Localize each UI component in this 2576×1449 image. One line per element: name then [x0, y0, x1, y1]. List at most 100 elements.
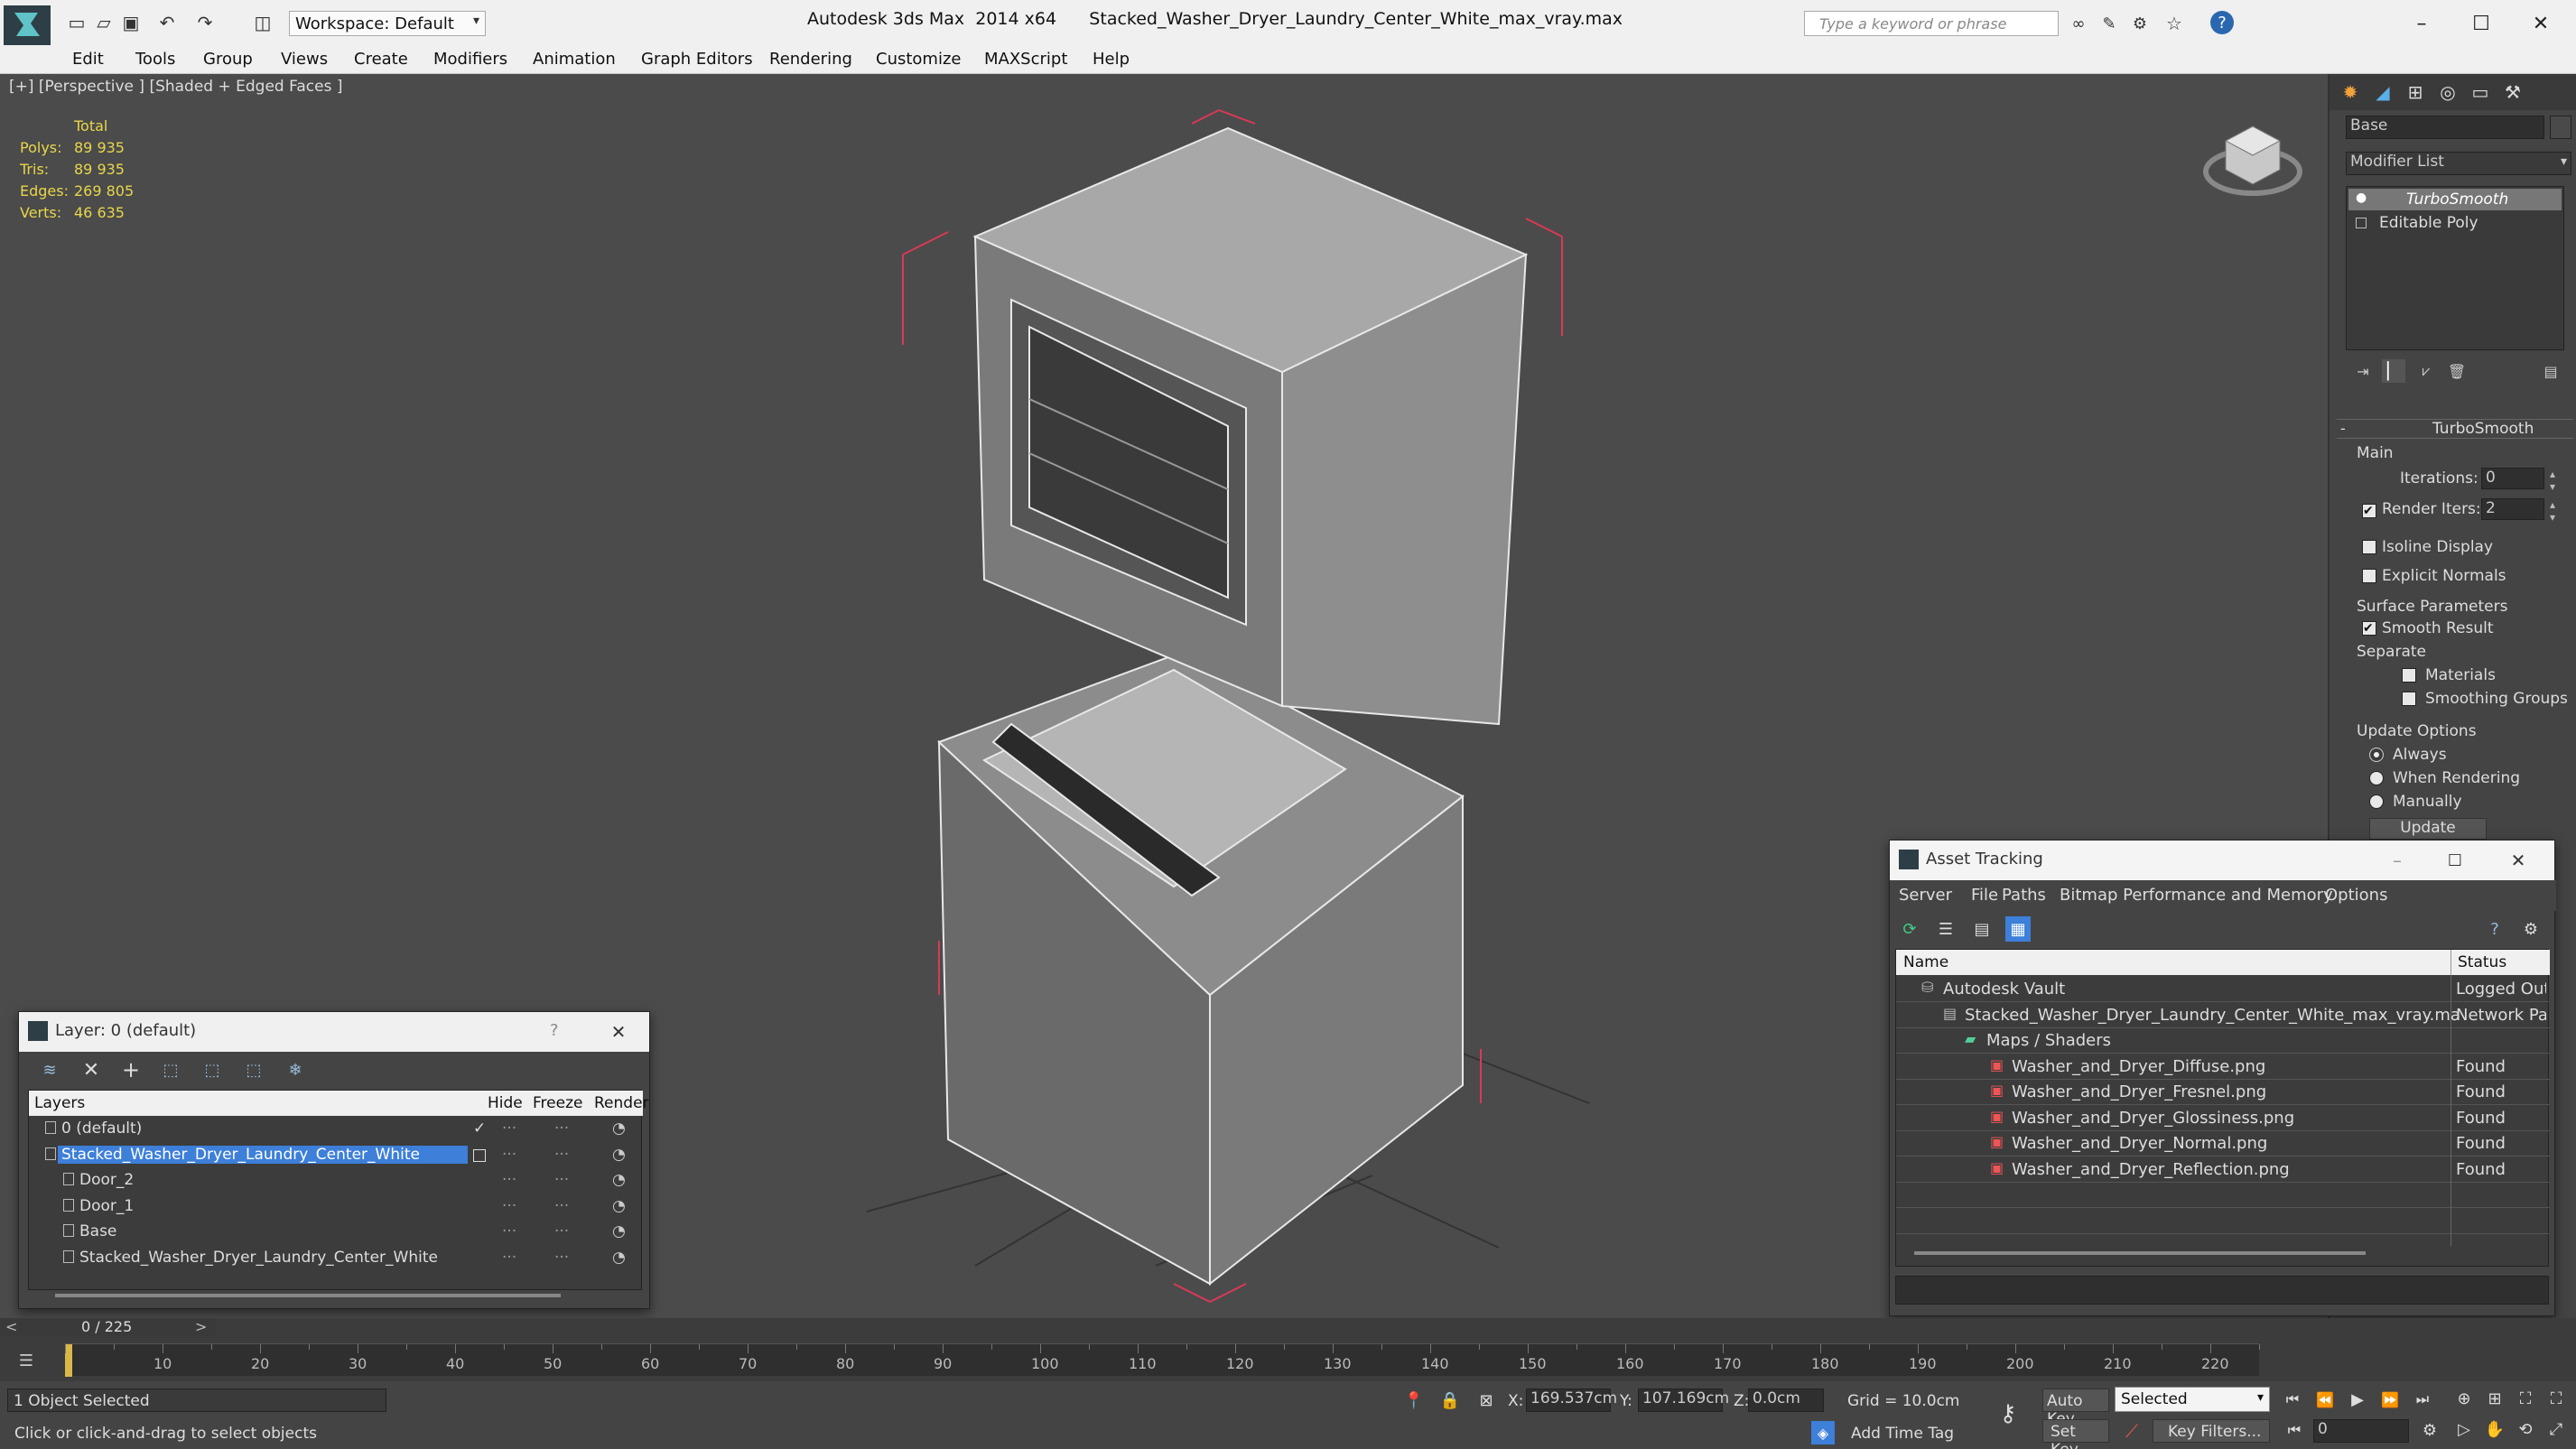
- favorites-icon[interactable]: ☆: [2163, 13, 2185, 34]
- manually-radio[interactable]: [2369, 794, 2384, 809]
- asset-row[interactable]: ▣ Washer_and_Dryer_Reflection.png Found: [1896, 1157, 2550, 1183]
- asset-row[interactable]: ⛁ Autodesk Vault Logged Out ...: [1896, 977, 2550, 1002]
- remove-modifier-icon[interactable]: 🗑: [2445, 359, 2469, 383]
- hide-toggle-icon[interactable]: ···: [502, 1249, 516, 1267]
- maximize-viewport-icon[interactable]: ⤢: [2543, 1416, 2570, 1443]
- pin-stack-icon[interactable]: ⇥: [2351, 359, 2375, 383]
- help-icon[interactable]: ?: [2210, 11, 2234, 34]
- layer-row[interactable]: Stacked_Washer_Dryer_Laundry_Center_Whit…: [29, 1247, 643, 1272]
- col-name[interactable]: Name: [1903, 953, 1948, 971]
- asset-tracking-window[interactable]: Asset Tracking – ☐ ✕ Server File Paths B…: [1889, 840, 2556, 1316]
- set-current-box[interactable]: [473, 1148, 486, 1162]
- freeze-toggle-icon[interactable]: ···: [554, 1119, 569, 1138]
- layer-row[interactable]: Stacked_Washer_Dryer_Laundry_Center_Whit…: [29, 1144, 643, 1169]
- zoom-extents-all-icon[interactable]: ⛶: [2543, 1385, 2570, 1412]
- settings-icon[interactable]: ⚙: [2518, 916, 2543, 942]
- stack-item-turbosmooth[interactable]: ● TurboSmooth: [2348, 189, 2562, 210]
- x-coordinate-field[interactable]: 169.537cm: [1526, 1389, 1617, 1412]
- layer-name[interactable]: 0 (default): [58, 1119, 145, 1138]
- menu-views[interactable]: Views: [281, 50, 328, 69]
- select-layer-icon[interactable]: ⬚: [200, 1057, 225, 1082]
- select-objects-icon[interactable]: ⬚: [158, 1057, 183, 1082]
- maximize-icon[interactable]: ☐: [2465, 7, 2497, 40]
- lightbulb-icon[interactable]: ●: [2356, 190, 2367, 205]
- menu-maxscript[interactable]: MAXScript: [984, 50, 1067, 69]
- render-toggle-icon[interactable]: ◔: [612, 1197, 626, 1215]
- when-rendering-radio[interactable]: [2369, 771, 2384, 785]
- time-slider[interactable]: < 0 / 225 >: [0, 1318, 217, 1336]
- minimize-icon[interactable]: –: [2405, 7, 2438, 40]
- undo-icon[interactable]: ↶: [155, 11, 179, 34]
- list-view-icon[interactable]: ☰: [1933, 916, 1958, 942]
- time-slider-prev[interactable]: <: [5, 1318, 17, 1335]
- field-of-view-icon[interactable]: ▷: [2450, 1416, 2478, 1443]
- menu-edit[interactable]: Edit: [72, 50, 104, 69]
- highlight-layer-icon[interactable]: ⬚: [241, 1057, 266, 1082]
- hide-toggle-icon[interactable]: ···: [502, 1119, 516, 1138]
- layer-hscrollbar[interactable]: [55, 1294, 561, 1297]
- layer-window-titlebar[interactable]: Layer: 0 (default) ? ✕: [19, 1012, 649, 1052]
- help-icon[interactable]: ?: [2482, 916, 2507, 942]
- asset-path-field[interactable]: [1895, 1276, 2549, 1305]
- layer-name[interactable]: Door_2: [76, 1171, 137, 1189]
- smoothing-groups-checkbox[interactable]: [2402, 692, 2416, 706]
- delete-layer-icon[interactable]: ✕: [79, 1057, 104, 1082]
- set-key-button[interactable]: Set Key: [2042, 1419, 2109, 1449]
- time-tag-icon[interactable]: ◈: [1811, 1421, 1835, 1444]
- redo-icon[interactable]: ↷: [193, 11, 217, 34]
- y-coordinate-field[interactable]: 107.169cm: [1638, 1389, 1729, 1412]
- menu-rendering[interactable]: Rendering: [769, 50, 852, 69]
- stack-item-editable-poly[interactable]: Editable Poly: [2348, 212, 2562, 234]
- asset-menu-paths[interactable]: Paths: [2002, 886, 2046, 905]
- menu-help[interactable]: Help: [1093, 50, 1130, 69]
- close-icon[interactable]: ✕: [2506, 848, 2531, 873]
- asset-hscrollbar[interactable]: [1914, 1251, 2366, 1255]
- asset-row[interactable]: ▣ Washer_and_Dryer_Fresnel.png Found: [1896, 1080, 2550, 1105]
- key-mode-toggle-icon[interactable]: ⏮: [2281, 1417, 2308, 1443]
- hierarchy-tab-icon[interactable]: ⊞: [2402, 79, 2429, 105]
- menu-animation[interactable]: Animation: [533, 50, 616, 69]
- always-radio[interactable]: [2369, 748, 2384, 762]
- render-iters-spinner[interactable]: 2: [2481, 498, 2544, 520]
- help-icon[interactable]: ?: [550, 1021, 559, 1040]
- set-key-icon[interactable]: ⟋: [2120, 1419, 2144, 1443]
- expand-box-icon[interactable]: [2356, 218, 2367, 228]
- freeze-toggle-icon[interactable]: ···: [554, 1222, 569, 1240]
- current-frame-field[interactable]: 0: [2313, 1419, 2409, 1443]
- auto-key-button[interactable]: Auto Key: [2042, 1389, 2109, 1428]
- z-coordinate-field[interactable]: 0.0cm: [1748, 1389, 1824, 1412]
- asset-row[interactable]: ▣ Washer_and_Dryer_Normal.png Found: [1896, 1131, 2550, 1156]
- layer-name[interactable]: Base: [76, 1222, 120, 1240]
- freeze-all-icon[interactable]: ❄: [283, 1057, 308, 1082]
- object-name-field[interactable]: Base: [2346, 116, 2544, 139]
- add-layer-icon[interactable]: +: [118, 1057, 144, 1082]
- layer-settings-icon[interactable]: ≋: [37, 1057, 62, 1082]
- lock-selection-icon[interactable]: 🔒: [1439, 1389, 1461, 1412]
- layer-explorer-window[interactable]: Layer: 0 (default) ? ✕ ≋ ✕ + ⬚ ⬚ ⬚ ❄ Lay…: [18, 1011, 650, 1309]
- asset-row[interactable]: ▣ Washer_and_Dryer_Diffuse.png Found: [1896, 1054, 2550, 1080]
- turbosmooth-rollout-header[interactable]: - TurboSmooth: [2337, 419, 2573, 439]
- render-toggle-icon[interactable]: ◔: [612, 1171, 626, 1189]
- asset-menu-bitmap[interactable]: Bitmap Performance and Memory: [2060, 886, 2333, 905]
- add-time-tag[interactable]: Add Time Tag: [1851, 1425, 1954, 1443]
- object-color-swatch[interactable]: [2550, 116, 2571, 139]
- current-frame-marker[interactable]: [65, 1344, 72, 1377]
- utilities-tab-icon[interactable]: ⚒: [2499, 79, 2526, 105]
- hide-toggle-icon[interactable]: ···: [502, 1222, 516, 1240]
- key-filters-button[interactable]: Key Filters...: [2153, 1419, 2270, 1443]
- go-to-start-icon[interactable]: ⏮: [2279, 1387, 2306, 1412]
- explicit-normals-checkbox[interactable]: [2362, 569, 2376, 583]
- zoom-extents-icon[interactable]: ⛶: [2512, 1385, 2539, 1412]
- timeline-ruler[interactable]: 10 20 30 40 50 60 70 80 90 100 110 120 130 140 150 160 1…: [65, 1343, 2260, 1377]
- pan-icon[interactable]: ✋: [2481, 1416, 2508, 1443]
- project-folder-icon[interactable]: ◫: [251, 11, 274, 34]
- modify-tab-icon[interactable]: ◢: [2369, 79, 2396, 105]
- materials-checkbox[interactable]: [2402, 668, 2416, 683]
- render-toggle-icon[interactable]: ◔: [612, 1249, 626, 1267]
- freeze-toggle-icon[interactable]: ···: [554, 1146, 569, 1164]
- display-tab-icon[interactable]: ▭: [2467, 79, 2494, 105]
- subscription-icon[interactable]: ✎: [2098, 13, 2120, 34]
- spinner-arrows-icon[interactable]: ▴ ▾: [2550, 498, 2555, 524]
- previous-frame-icon[interactable]: ⏪: [2311, 1387, 2339, 1412]
- modifier-list-dropdown[interactable]: Modifier List ▾: [2346, 152, 2571, 175]
